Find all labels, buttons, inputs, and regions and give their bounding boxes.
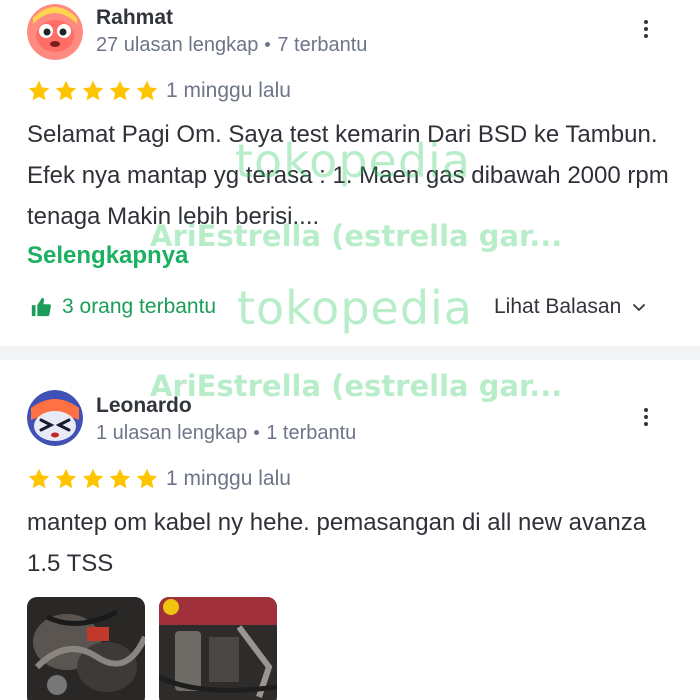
reviewer-name[interactable]: Leonardo — [96, 394, 192, 418]
helpful-label: 3 orang terbantu — [62, 295, 217, 318]
separator-dot — [265, 41, 271, 47]
review-card: Leonardo 1 ulasan lengkap 1 terbantu 1 mi… — [0, 360, 700, 700]
helpful-count: 7 terbantu — [277, 34, 368, 56]
read-more-link[interactable]: Selengkapnya — [27, 242, 188, 270]
review-text: mantep om kabel ny hehe. pemasangan di a… — [27, 509, 647, 577]
star-rating — [27, 79, 162, 103]
rating-row: 1 minggu lalu — [27, 466, 291, 492]
reviewer-stats: 1 ulasan lengkap 1 terbantu — [96, 422, 356, 445]
more-options-icon[interactable] — [636, 17, 656, 45]
review-divider — [0, 346, 700, 360]
star-icon — [135, 467, 159, 491]
more-options-icon[interactable] — [636, 405, 656, 433]
reviewer-name[interactable]: Rahmat — [96, 6, 173, 30]
star-icon — [108, 79, 132, 103]
review-photo-thumbnail[interactable] — [27, 597, 145, 700]
review-photo-thumbnail[interactable] — [159, 597, 277, 700]
avatar[interactable] — [27, 4, 83, 60]
avatar[interactable] — [27, 390, 83, 446]
thumbs-up-icon — [30, 296, 52, 318]
star-icon — [81, 79, 105, 103]
star-icon — [27, 467, 51, 491]
review-time: 1 minggu lalu — [166, 79, 291, 102]
helpful-button[interactable]: 3 orang terbantu — [30, 295, 216, 319]
review-count: 1 ulasan lengkap — [96, 422, 248, 444]
helpful-count: 1 terbantu — [266, 422, 357, 444]
star-icon — [81, 467, 105, 491]
star-icon — [135, 79, 159, 103]
view-replies-button[interactable]: Lihat Balasan — [494, 295, 647, 319]
view-replies-label: Lihat Balasan — [494, 295, 622, 318]
review-card: Rahmat 27 ulasan lengkap 7 terbantu 1 min… — [0, 0, 700, 346]
review-text: Selamat Pagi Om. Saya test kemarin Dari … — [27, 121, 669, 230]
star-icon — [27, 79, 51, 103]
separator-dot — [254, 429, 260, 435]
star-rating — [27, 467, 162, 491]
rating-row: 1 minggu lalu — [27, 78, 291, 104]
review-time: 1 minggu lalu — [166, 467, 291, 490]
chevron-down-icon — [631, 299, 647, 315]
star-icon — [54, 79, 78, 103]
reviewer-stats: 27 ulasan lengkap 7 terbantu — [96, 34, 367, 57]
review-count: 27 ulasan lengkap — [96, 34, 259, 56]
star-icon — [54, 467, 78, 491]
review-photos — [27, 597, 291, 700]
star-icon — [108, 467, 132, 491]
